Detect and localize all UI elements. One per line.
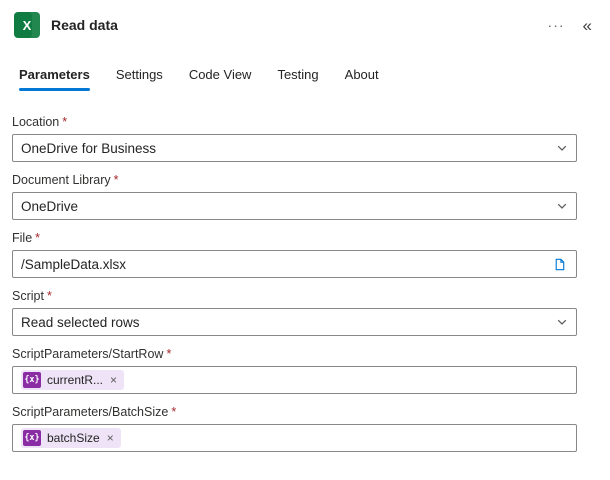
field-label: ScriptParameters/BatchSize* xyxy=(12,405,577,419)
field-label-text: Document Library xyxy=(12,173,111,187)
location-value: OneDrive for Business xyxy=(21,141,548,156)
field-label: Location* xyxy=(12,115,577,129)
dynamic-content-icon: {x} xyxy=(23,430,41,446)
script-value: Read selected rows xyxy=(21,315,548,330)
tab-bar: Parameters Settings Code View Testing Ab… xyxy=(0,60,610,91)
field-label-text: ScriptParameters/StartRow xyxy=(12,347,163,361)
dynamic-content-icon: {x} xyxy=(23,372,41,388)
field-file: File* /SampleData.xlsx xyxy=(12,231,577,278)
token-text: currentR... xyxy=(47,373,103,387)
field-document-library: Document Library* OneDrive xyxy=(12,173,577,220)
startrow-token-chip[interactable]: {x} currentR... × xyxy=(21,370,124,390)
field-label: File* xyxy=(12,231,577,245)
field-label: Document Library* xyxy=(12,173,577,187)
more-options-button[interactable]: ··· xyxy=(546,16,567,34)
field-startrow: ScriptParameters/StartRow* {x} currentR.… xyxy=(12,347,577,394)
chevron-down-icon xyxy=(556,200,568,212)
close-icon[interactable]: × xyxy=(107,432,114,444)
parameters-form: Location* OneDrive for Business Document… xyxy=(0,91,610,452)
header-actions: ··· « xyxy=(546,15,594,36)
close-icon[interactable]: × xyxy=(110,374,117,386)
location-dropdown[interactable]: OneDrive for Business xyxy=(12,134,577,162)
required-marker: * xyxy=(171,405,176,419)
tab-settings[interactable]: Settings xyxy=(106,60,173,91)
required-marker: * xyxy=(114,173,119,187)
file-value: /SampleData.xlsx xyxy=(21,257,543,272)
chevron-down-icon xyxy=(556,142,568,154)
chevron-down-icon xyxy=(556,316,568,328)
field-label-text: Script xyxy=(12,289,44,303)
token-text: batchSize xyxy=(47,431,100,445)
batchsize-input[interactable]: {x} batchSize × xyxy=(12,424,577,452)
action-config-panel: X Read data ··· « Parameters Settings Co… xyxy=(0,0,610,480)
field-label-text: Location xyxy=(12,115,59,129)
field-label: Script* xyxy=(12,289,577,303)
document-library-dropdown[interactable]: OneDrive xyxy=(12,192,577,220)
required-marker: * xyxy=(166,347,171,361)
required-marker: * xyxy=(62,115,67,129)
field-location: Location* OneDrive for Business xyxy=(12,115,577,162)
field-batchsize: ScriptParameters/BatchSize* {x} batchSiz… xyxy=(12,405,577,452)
excel-icon: X xyxy=(14,12,40,38)
tab-code-view[interactable]: Code View xyxy=(179,60,262,91)
tab-parameters[interactable]: Parameters xyxy=(9,60,100,91)
field-label-text: File xyxy=(12,231,32,245)
document-library-value: OneDrive xyxy=(21,199,548,214)
tab-about[interactable]: About xyxy=(335,60,389,91)
startrow-input[interactable]: {x} currentR... × xyxy=(12,366,577,394)
script-dropdown[interactable]: Read selected rows xyxy=(12,308,577,336)
action-title: Read data xyxy=(51,17,118,33)
field-label-text: ScriptParameters/BatchSize xyxy=(12,405,168,419)
file-picker-icon[interactable] xyxy=(551,256,568,273)
batchsize-token-chip[interactable]: {x} batchSize × xyxy=(21,428,121,448)
collapse-panel-button[interactable]: « xyxy=(581,15,594,36)
field-label: ScriptParameters/StartRow* xyxy=(12,347,577,361)
required-marker: * xyxy=(47,289,52,303)
tab-testing[interactable]: Testing xyxy=(267,60,328,91)
excel-icon-letter: X xyxy=(23,18,32,33)
file-input[interactable]: /SampleData.xlsx xyxy=(12,250,577,278)
panel-header: X Read data ··· « xyxy=(0,0,610,46)
required-marker: * xyxy=(35,231,40,245)
field-script: Script* Read selected rows xyxy=(12,289,577,336)
